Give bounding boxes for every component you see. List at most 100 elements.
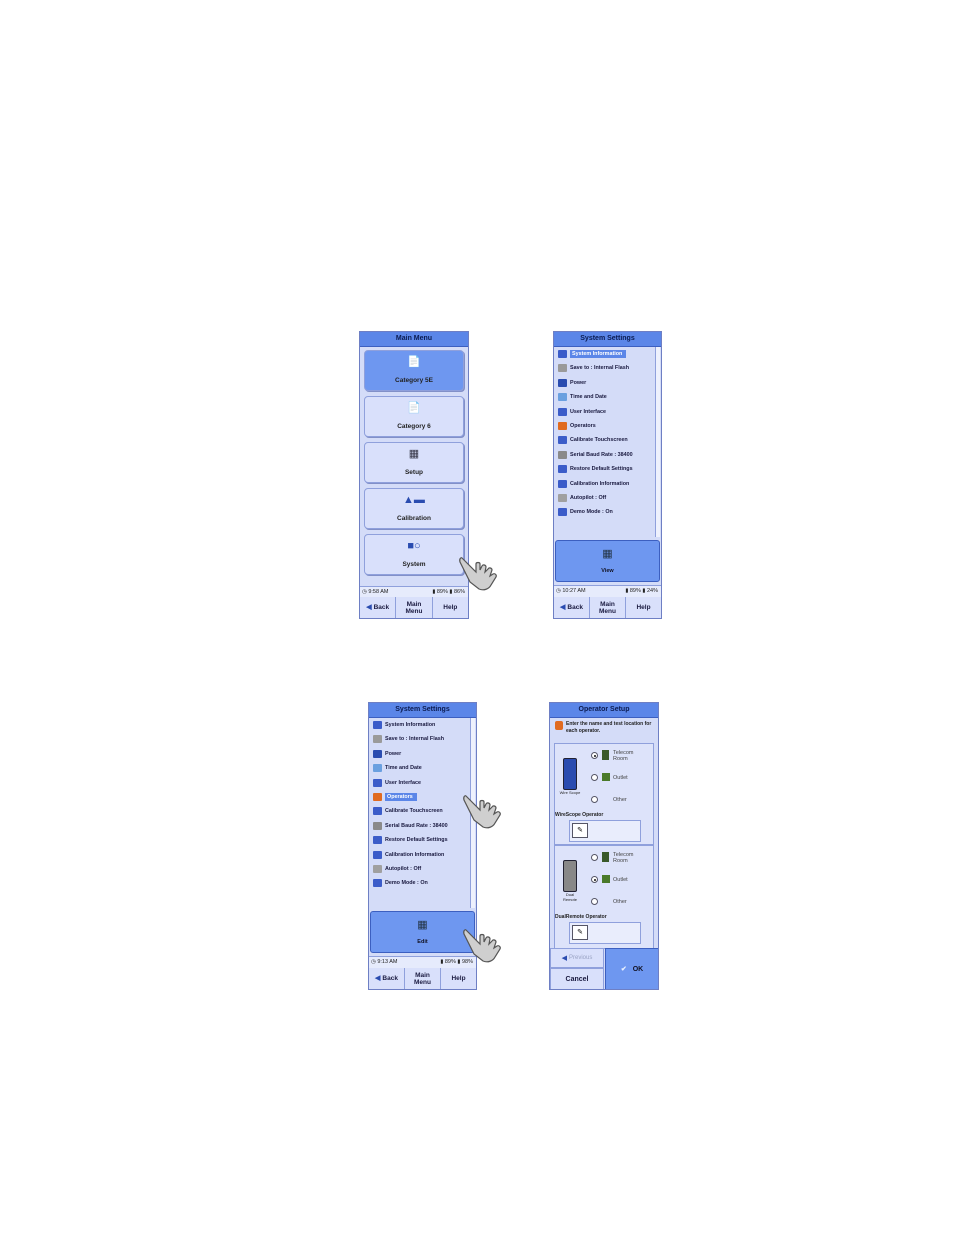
scrollbar[interactable]: [655, 347, 660, 537]
help-button[interactable]: Help: [626, 597, 661, 618]
battery-text: 89%: [436, 589, 448, 595]
settings-item-label: Serial Baud Rate : 38400: [385, 822, 448, 829]
time-text: 10:27 AM: [562, 588, 586, 594]
settings-item-label: Time and Date: [385, 765, 422, 772]
settings-item[interactable]: Operators: [371, 790, 470, 804]
settings-item[interactable]: Restore Default Settings: [371, 833, 470, 847]
settings-item[interactable]: Demo Mode : On: [371, 876, 470, 890]
settings-item[interactable]: Calibration Information: [371, 848, 470, 862]
wirescope-other-radio[interactable]: [591, 796, 598, 803]
settings-item[interactable]: Save to : Internal Flash: [556, 361, 655, 375]
help-button[interactable]: Help: [441, 968, 476, 989]
settings-item[interactable]: User Interface: [371, 776, 470, 790]
settings-item-label: Operators: [570, 422, 596, 429]
dualremote-telecom-radio[interactable]: [591, 854, 598, 861]
settings-item-label: User Interface: [385, 779, 421, 786]
settings-item[interactable]: Serial Baud Rate : 38400: [556, 448, 655, 462]
settings-item[interactable]: Calibration Information: [556, 477, 655, 491]
nav-bar: ◀ Back Main Menu Help: [369, 968, 476, 989]
clock-icon: [373, 764, 382, 773]
dualremote-device-label: Dual Remote: [562, 892, 577, 902]
settings-item[interactable]: Time and Date: [371, 761, 470, 775]
edit-label: Edit: [417, 939, 428, 945]
cancel-label: Cancel: [565, 975, 589, 983]
settings-item[interactable]: Calibrate Touchscreen: [556, 433, 655, 447]
main-menu-label: Main Menu: [405, 600, 423, 615]
main-menu-button[interactable]: Main Menu: [590, 597, 626, 618]
ok-button[interactable]: ✔ OK: [605, 948, 658, 989]
button-label: System: [402, 561, 426, 568]
outlet-icon: [602, 875, 610, 883]
serial-icon: [373, 821, 382, 830]
view-button[interactable]: ▦ View: [555, 540, 660, 582]
main-menu-button[interactable]: Main Menu: [405, 968, 441, 989]
wirescope-outlet-radio[interactable]: [591, 774, 598, 781]
time-text: 9:13 AM: [377, 959, 398, 965]
screen-title: System Settings: [369, 703, 476, 718]
settings-item[interactable]: System Information: [371, 718, 470, 732]
settings-item[interactable]: Autopilot : Off: [556, 491, 655, 505]
settings-item[interactable]: Power: [556, 376, 655, 390]
cancel-button[interactable]: Cancel: [550, 968, 604, 989]
settings-item[interactable]: Time and Date: [556, 390, 655, 404]
option-label: Telecom Room: [613, 750, 634, 762]
edit-name-icon[interactable]: ✎: [572, 823, 588, 838]
settings-item[interactable]: Operators: [556, 419, 655, 433]
option-label: Other: [613, 899, 627, 905]
wirescope-telecom-radio[interactable]: [591, 752, 598, 759]
settings-item-label: Demo Mode : On: [570, 509, 613, 516]
settings-item-label: Autopilot : Off: [385, 865, 422, 872]
clock-icon: [558, 393, 567, 402]
back-button[interactable]: ◀ Back: [554, 597, 590, 618]
button-label: Calibration: [397, 515, 431, 522]
screen-title: System Settings: [554, 332, 661, 347]
back-button[interactable]: ◀ Back: [360, 597, 397, 618]
dualremote-other-radio[interactable]: [591, 898, 598, 905]
dualremote-outlet-radio[interactable]: [591, 876, 598, 883]
power-icon: [558, 378, 567, 387]
back-arrow-icon: ◀: [375, 975, 381, 982]
settings-item[interactable]: Restore Default Settings: [556, 462, 655, 476]
previous-button[interactable]: ◀ Previous: [550, 948, 604, 968]
device-icon: ▦: [408, 448, 420, 460]
settings-item[interactable]: System Information: [556, 347, 655, 361]
document-icon: 📄: [407, 402, 421, 414]
option-label: Outlet: [613, 877, 628, 883]
clock: ◷ 10:27 AM: [556, 588, 586, 594]
settings-list: System Information Save to : Internal Fla…: [371, 718, 470, 891]
restore-icon: [373, 836, 382, 845]
category-5e-button[interactable]: 📄 Category 5E: [364, 350, 464, 391]
settings-item[interactable]: Save to : Internal Flash: [371, 732, 470, 746]
settings-item[interactable]: Power: [371, 747, 470, 761]
power-icon: [373, 749, 382, 758]
setup-button[interactable]: ▦ Setup: [364, 442, 464, 483]
back-arrow-icon: ◀: [560, 604, 566, 611]
back-label: Back: [373, 604, 390, 611]
back-arrow-icon: ◀: [366, 604, 372, 611]
back-button[interactable]: ◀ Back: [369, 968, 405, 989]
edit-name-icon[interactable]: ✎: [572, 925, 588, 940]
system-button[interactable]: ■○ System: [364, 534, 464, 575]
previous-label: Previous: [569, 955, 593, 961]
help-label: Help: [451, 975, 466, 982]
view-label: View: [601, 568, 614, 574]
calibration-icon: ▲▬: [403, 494, 425, 506]
settings-item[interactable]: Demo Mode : On: [556, 505, 655, 519]
screen-title: Main Menu: [360, 332, 468, 347]
save-icon: [373, 735, 382, 744]
settings-item-label: System Information: [385, 722, 436, 728]
settings-item-label: Power: [570, 379, 587, 386]
category-6-button[interactable]: 📄 Category 6: [364, 396, 464, 437]
settings-item-label: Autopilot : Off: [570, 494, 607, 501]
system-settings-view-screen: System Settings System Information Save t…: [553, 331, 662, 619]
settings-item[interactable]: Serial Baud Rate : 38400: [371, 819, 470, 833]
calibration-button[interactable]: ▲▬ Calibration: [364, 488, 464, 529]
option-label: Other: [613, 797, 627, 803]
settings-item[interactable]: Autopilot : Off: [371, 862, 470, 876]
field-label: DualRemote Operator: [555, 914, 607, 920]
help-button[interactable]: Help: [432, 597, 468, 618]
edit-button[interactable]: ▦ Edit: [370, 911, 475, 953]
settings-item[interactable]: User Interface: [556, 405, 655, 419]
settings-item[interactable]: Calibrate Touchscreen: [371, 804, 470, 818]
main-menu-button[interactable]: Main Menu: [396, 597, 433, 618]
